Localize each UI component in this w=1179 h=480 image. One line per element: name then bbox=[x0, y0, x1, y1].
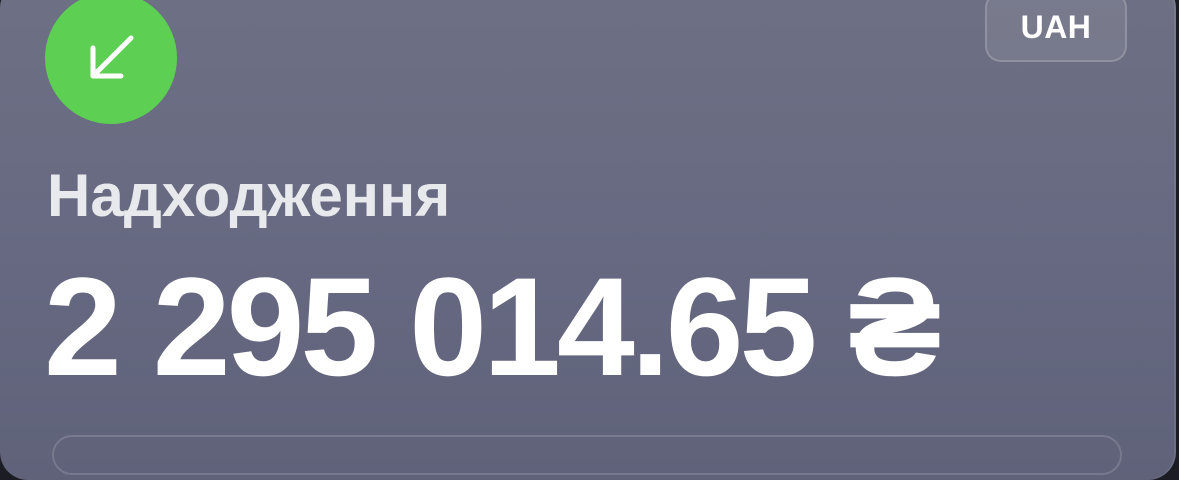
income-label: Надходження bbox=[47, 162, 451, 229]
income-card[interactable]: UAH Надходження 2 295 014.65 ₴ bbox=[0, 0, 1176, 480]
income-amount: 2 295 014.65 ₴ bbox=[44, 248, 942, 405]
currency-badge[interactable]: UAH bbox=[985, 0, 1127, 62]
next-card-edge bbox=[52, 435, 1122, 475]
arrow-down-left-icon bbox=[45, 0, 177, 124]
